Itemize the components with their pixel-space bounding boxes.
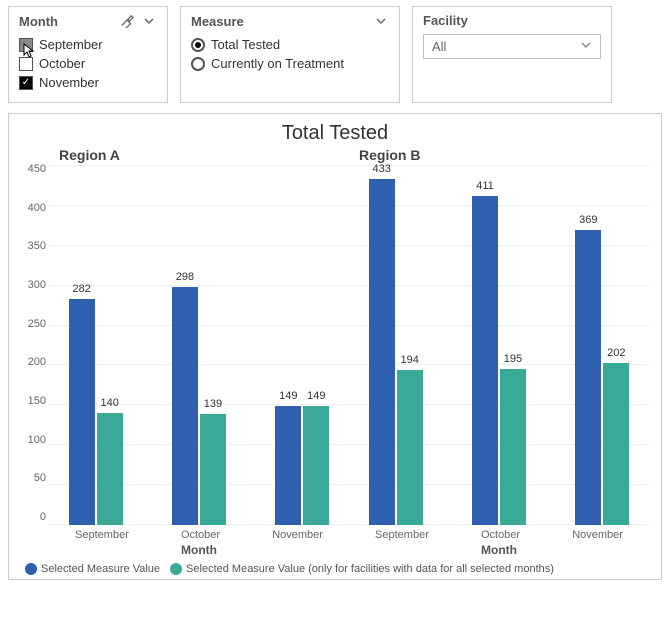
bar-group: 369202 xyxy=(575,230,629,525)
measure-filter-title: Measure xyxy=(191,14,244,29)
month-filter-panel: Month September October ✓ November xyxy=(8,6,168,103)
bar-value-label: 140 xyxy=(97,397,123,409)
y-tick-label: 50 xyxy=(21,472,46,484)
radio-icon xyxy=(191,57,205,71)
measure-radio-label: Currently on Treatment xyxy=(211,56,344,71)
bar-value-label: 298 xyxy=(172,271,198,283)
bar-group: 282140 xyxy=(69,299,123,525)
chart-card: Total Tested 0 50 100 150 200 250 300 350 400 450… xyxy=(8,113,662,580)
legend-item[interactable]: Selected Measure Value (only for facilit… xyxy=(170,563,554,575)
legend-swatch xyxy=(25,563,37,575)
legend-label: Selected Measure Value xyxy=(41,563,160,575)
bar[interactable]: 149 xyxy=(275,406,301,525)
x-tick-label: November xyxy=(272,529,323,541)
bar-group: 411195 xyxy=(472,196,526,525)
bar-value-label: 411 xyxy=(472,180,498,192)
y-tick-label: 450 xyxy=(21,163,46,175)
bar-value-label: 202 xyxy=(603,347,629,359)
region-title: Region A xyxy=(59,147,349,163)
month-filter-title: Month xyxy=(19,14,58,29)
y-tick-label: 0 xyxy=(21,511,46,523)
legend-label: Selected Measure Value (only for facilit… xyxy=(186,563,554,575)
y-tick-label: 150 xyxy=(21,395,46,407)
bar-group: 298139 xyxy=(172,287,226,525)
chevron-down-icon xyxy=(580,39,592,54)
bar[interactable]: 411 xyxy=(472,196,498,525)
month-checkbox-november[interactable]: ✓ November xyxy=(19,73,157,92)
bar[interactable]: 298 xyxy=(172,287,198,525)
measure-radio-currently-on-treatment[interactable]: Currently on Treatment xyxy=(191,54,389,73)
y-tick-label: 200 xyxy=(21,356,46,368)
y-tick-label: 100 xyxy=(21,434,46,446)
facility-filter-header: Facility xyxy=(423,13,601,28)
region-region-b: Region B433194411195369202SeptemberOctob… xyxy=(349,147,649,557)
bar[interactable]: 369 xyxy=(575,230,601,525)
chart-legend: Selected Measure Value Selected Measure V… xyxy=(21,563,649,575)
bar-group: 149149 xyxy=(275,406,329,525)
month-checkbox-label: November xyxy=(39,75,99,90)
bar-value-label: 195 xyxy=(500,353,526,365)
x-axis-label: Month xyxy=(349,543,649,557)
y-axis: 0 50 100 150 200 250 300 350 400 450 xyxy=(21,163,49,523)
bar-value-label: 194 xyxy=(397,354,423,366)
measure-radio-total-tested[interactable]: Total Tested xyxy=(191,35,389,54)
bar-group: 433194 xyxy=(369,179,423,525)
bar[interactable]: 202 xyxy=(603,363,629,525)
y-tick-label: 250 xyxy=(21,318,46,330)
measure-filter-header: Measure xyxy=(191,13,389,29)
bar-value-label: 139 xyxy=(200,398,226,410)
bar-value-label: 433 xyxy=(369,163,395,175)
bar[interactable]: 282 xyxy=(69,299,95,525)
legend-item[interactable]: Selected Measure Value xyxy=(25,563,160,575)
month-checkbox-label: October xyxy=(39,56,85,71)
bar-value-label: 369 xyxy=(575,214,601,226)
x-tick-label: October xyxy=(181,529,220,541)
region-title: Region B xyxy=(359,147,649,163)
y-tick-label: 350 xyxy=(21,240,46,252)
bar[interactable]: 139 xyxy=(200,414,226,525)
radio-icon xyxy=(191,38,205,52)
bar-value-label: 149 xyxy=(275,390,301,402)
x-tick-label: November xyxy=(572,529,623,541)
x-tick-label: September xyxy=(375,529,429,541)
facility-filter-panel: Facility All xyxy=(412,6,612,103)
y-tick-label: 300 xyxy=(21,279,46,291)
bar[interactable]: 149 xyxy=(303,406,329,525)
facility-dropdown[interactable]: All xyxy=(423,34,601,59)
bar[interactable]: 140 xyxy=(97,413,123,525)
month-checkbox-label: September xyxy=(39,37,103,52)
bar[interactable]: 195 xyxy=(500,369,526,525)
bar-value-label: 149 xyxy=(303,390,329,402)
chevron-down-icon[interactable] xyxy=(373,13,389,29)
x-tick-label: September xyxy=(75,529,129,541)
bar-value-label: 282 xyxy=(69,283,95,295)
facility-filter-title: Facility xyxy=(423,13,468,28)
checkbox-icon xyxy=(19,57,33,71)
measure-filter-panel: Measure Total Tested Currently on Treatme… xyxy=(180,6,400,103)
chevron-down-icon[interactable] xyxy=(141,13,157,29)
checkbox-icon: ✓ xyxy=(19,76,33,90)
bar[interactable]: 194 xyxy=(397,370,423,525)
measure-radio-label: Total Tested xyxy=(211,37,280,52)
region-region-a: Region A282140298139149149SeptemberOctob… xyxy=(49,147,349,557)
chart-title: Total Tested xyxy=(21,122,649,145)
legend-swatch xyxy=(170,563,182,575)
facility-selected-value: All xyxy=(432,39,446,54)
x-axis-label: Month xyxy=(49,543,349,557)
month-filter-header: Month xyxy=(19,13,157,29)
eraser-icon[interactable] xyxy=(119,13,135,29)
month-checkbox-september[interactable]: September xyxy=(19,35,157,54)
x-tick-label: October xyxy=(481,529,520,541)
bar[interactable]: 433 xyxy=(369,179,395,525)
month-checkbox-october[interactable]: October xyxy=(19,54,157,73)
y-tick-label: 400 xyxy=(21,202,46,214)
